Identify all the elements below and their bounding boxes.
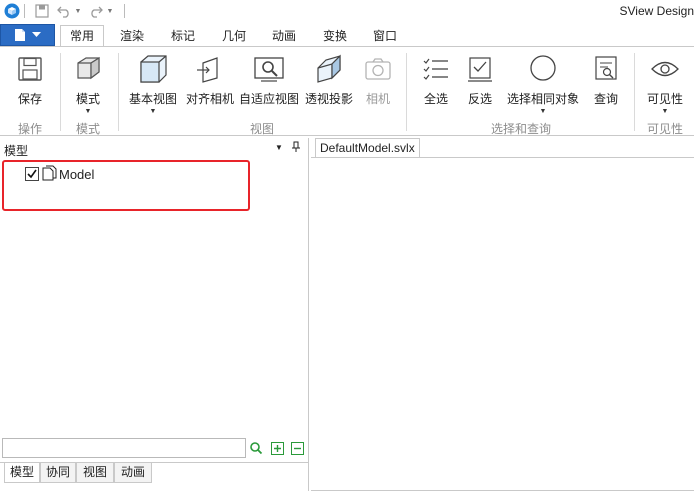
chevron-down-icon: ▼: [149, 108, 157, 115]
chevron-down-icon: ▼: [539, 108, 547, 115]
tab-transform[interactable]: 变换: [314, 26, 356, 47]
viewport[interactable]: [311, 158, 694, 491]
visibility-button[interactable]: 可见性 ▼: [640, 53, 690, 119]
expand-all-icon[interactable]: [269, 440, 285, 456]
basic-view-button[interactable]: 基本视图 ▼: [124, 53, 182, 119]
panel-header: 模型 ▼: [0, 138, 309, 159]
undo-icon[interactable]: [55, 2, 73, 20]
app-title: SView Design: [619, 4, 694, 18]
perspective-projection-button[interactable]: 透视投影: [302, 53, 356, 113]
ribbon-tab-row: 常用 渲染 标记 几何 动画 变换 窗口: [0, 24, 694, 47]
tab-window[interactable]: 窗口: [364, 26, 406, 47]
separator: [124, 4, 125, 18]
model-panel: 模型 ▼ Model 模型 协同 视图 动画: [0, 138, 309, 491]
file-menu-button[interactable]: [0, 24, 55, 46]
panel-dropdown-icon[interactable]: ▼: [275, 143, 283, 152]
tab-collaboration[interactable]: 协同: [40, 463, 76, 483]
ribbon: 保存 操作 模式 ▼ 模式 基本视图 ▼ 对齐相机 自适应视图 透视投影 相机 …: [0, 46, 694, 136]
eye-icon: [649, 53, 681, 85]
group-separator: [118, 53, 119, 131]
pin-icon[interactable]: [291, 141, 301, 156]
view-cube-icon: [137, 53, 169, 85]
panel-title: 模型: [4, 144, 29, 158]
mode-button[interactable]: 模式 ▼: [64, 53, 112, 119]
tab-markup[interactable]: 标记: [162, 26, 204, 47]
invert-selection-button[interactable]: 反选: [460, 53, 500, 113]
camera-button[interactable]: 相机: [358, 53, 398, 113]
tab-animation[interactable]: 动画: [263, 26, 305, 47]
save-icon: [14, 53, 46, 85]
align-camera-icon: [194, 53, 226, 85]
group-label-operation: 操作: [17, 122, 42, 136]
group-label-select-and-query: 选择和查询: [490, 122, 551, 136]
redo-dropdown-icon[interactable]: ▼: [106, 2, 114, 20]
group-separator: [60, 53, 61, 131]
panel-bottom-tabs: 模型 协同 视图 动画: [0, 462, 309, 484]
group-label-mode: 模式: [75, 122, 100, 136]
chevron-down-icon: [32, 32, 41, 37]
collapse-all-icon[interactable]: [289, 440, 305, 456]
tab-model[interactable]: 模型: [4, 463, 40, 483]
group-label-visibility: 可见性: [646, 122, 683, 136]
tab-render[interactable]: 渲染: [111, 26, 153, 47]
document-tab[interactable]: DefaultModel.svlx: [315, 138, 420, 157]
document-icon: [15, 29, 25, 41]
document-area: DefaultModel.svlx: [311, 138, 694, 491]
select-same-objects-button[interactable]: 选择相同对象 ▼: [504, 53, 582, 119]
search-icon[interactable]: [248, 440, 264, 456]
group-separator: [634, 53, 635, 131]
select-all-icon: [420, 53, 452, 85]
tab-common[interactable]: 常用: [60, 25, 104, 47]
fit-view-button[interactable]: 自适应视图: [238, 53, 300, 113]
select-all-button[interactable]: 全选: [416, 53, 456, 113]
zoom-fit-icon: [253, 53, 285, 85]
align-camera-button[interactable]: 对齐相机: [184, 53, 236, 113]
circle-icon: [527, 53, 559, 85]
camera-icon: [362, 53, 394, 85]
chevron-down-icon: ▼: [661, 108, 669, 115]
perspective-icon: [313, 53, 345, 85]
title-bar: ▼ ▼ SView Design: [0, 0, 694, 24]
highlight-box: [2, 160, 250, 211]
tab-geometry[interactable]: 几何: [213, 26, 255, 47]
group-separator: [406, 53, 407, 131]
group-label-view: 视图: [249, 122, 274, 136]
query-button[interactable]: 查询: [586, 53, 626, 113]
redo-icon[interactable]: [87, 2, 105, 20]
undo-dropdown-icon[interactable]: ▼: [74, 2, 82, 20]
app-logo-icon[interactable]: [3, 2, 21, 20]
tab-views[interactable]: 视图: [76, 463, 114, 483]
invert-selection-icon: [464, 53, 496, 85]
query-icon: [590, 53, 622, 85]
save-button[interactable]: 保存: [6, 53, 54, 113]
save-icon[interactable]: [33, 2, 51, 20]
search-input[interactable]: [2, 438, 246, 458]
tab-animation-panel[interactable]: 动画: [114, 463, 152, 483]
chevron-down-icon: ▼: [84, 108, 92, 115]
separator: [24, 4, 25, 18]
cube-icon: [72, 53, 104, 85]
